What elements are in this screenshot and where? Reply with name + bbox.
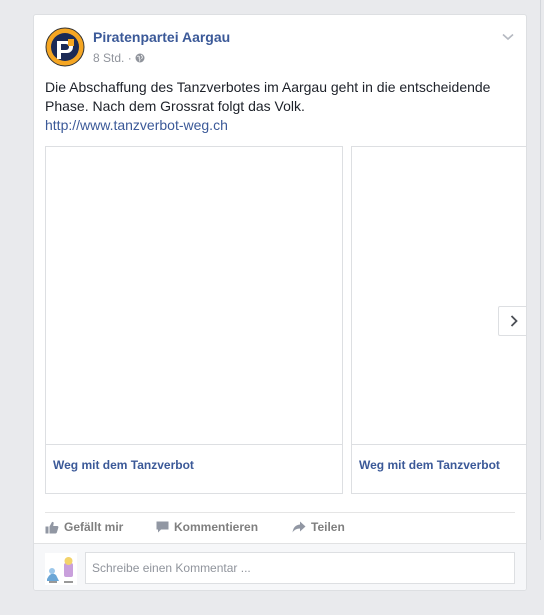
post-options-chevron-icon[interactable] bbox=[502, 28, 514, 46]
comment-input[interactable] bbox=[85, 552, 515, 584]
post-actions: Gefällt mir Kommentieren Teilen bbox=[45, 512, 515, 543]
pirate-logo-icon bbox=[45, 27, 85, 67]
post-text: Die Abschaffung des Tanzverbotes im Aarg… bbox=[45, 79, 491, 114]
like-button[interactable]: Gefällt mir bbox=[45, 520, 123, 534]
user-profile-icon bbox=[45, 553, 77, 585]
page-divider bbox=[540, 0, 541, 540]
comment-bubble-icon bbox=[156, 521, 169, 533]
post-meta: 8 Std. · bbox=[93, 51, 145, 65]
user-avatar[interactable] bbox=[45, 553, 77, 585]
attachment-image[interactable] bbox=[352, 147, 526, 445]
comment-label: Kommentieren bbox=[174, 520, 259, 534]
chevron-right-icon bbox=[510, 315, 518, 327]
comment-button[interactable]: Kommentieren bbox=[156, 520, 258, 534]
attachment-carousel: Weg mit dem Tanzverbot Weg mit dem Tanzv… bbox=[45, 146, 526, 495]
share-button[interactable]: Teilen bbox=[292, 520, 345, 534]
globe-icon bbox=[135, 53, 145, 63]
share-label: Teilen bbox=[311, 520, 345, 534]
post-card: Piratenpartei Aargau 8 Std. · Die Abscha… bbox=[33, 14, 527, 591]
comment-composer bbox=[34, 543, 526, 590]
carousel-next-button[interactable] bbox=[498, 306, 526, 336]
share-arrow-icon bbox=[292, 521, 306, 533]
page-avatar[interactable] bbox=[45, 27, 85, 67]
thumbs-up-icon bbox=[45, 521, 59, 534]
attachment-title[interactable]: Weg mit dem Tanzverbot bbox=[53, 458, 194, 472]
post-author[interactable]: Piratenpartei Aargau bbox=[93, 29, 230, 45]
post-link[interactable]: http://www.tanzverbot-weg.ch bbox=[45, 117, 228, 133]
attachment-card[interactable]: Weg mit dem Tanzverbot bbox=[45, 146, 343, 494]
post-timestamp[interactable]: 8 Std. · bbox=[93, 51, 132, 65]
attachment-image[interactable] bbox=[46, 147, 342, 445]
attachment-title[interactable]: Weg mit dem Tanzverbot bbox=[359, 458, 500, 472]
like-label: Gefällt mir bbox=[64, 520, 124, 534]
